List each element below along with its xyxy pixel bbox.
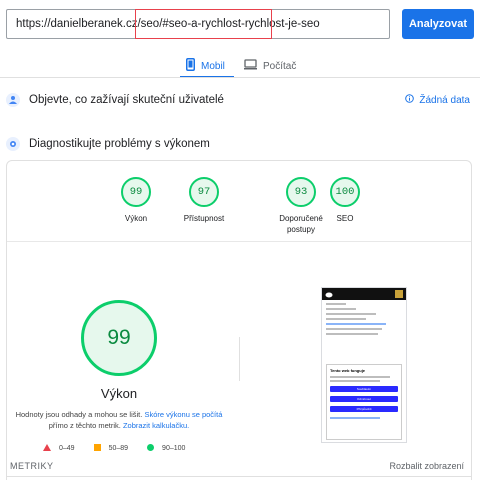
modal-button: Souhlasím	[330, 386, 398, 392]
legend-average: 50–89	[93, 444, 129, 453]
tab-mobile[interactable]: Mobil	[186, 54, 225, 78]
tab-mobile-label: Mobil	[201, 60, 225, 72]
menu-icon	[395, 288, 403, 303]
calculator-link[interactable]: Zobrazit kalkulačku.	[123, 421, 189, 430]
square-icon	[93, 444, 101, 453]
score-gauge: 93	[286, 177, 316, 207]
legend-range: 90–100	[162, 445, 186, 452]
legend-range: 50–89	[108, 445, 129, 452]
url-row: https://danielberanek.cz/seo/#seo-a-rych…	[6, 9, 474, 39]
expand-view-link[interactable]: Rozbalit zobrazení	[389, 461, 464, 471]
card-divider	[7, 241, 471, 242]
legend-pass: 90–100	[147, 444, 185, 453]
preview-line	[326, 318, 366, 320]
url-input[interactable]: https://danielberanek.cz/seo/#seo-a-rych…	[6, 9, 390, 39]
smartphone-icon	[186, 58, 195, 74]
modal-button: Přizpůsobit	[330, 406, 398, 412]
score-gauge: 99	[121, 177, 151, 207]
tabs-divider	[0, 77, 480, 78]
preview-line	[326, 328, 382, 330]
estimate-text-1: Hodnoty jsou odhady a mohou se lišit.	[15, 410, 143, 419]
modal-heading: Tento web funguje	[330, 368, 366, 373]
triangle-icon	[43, 444, 51, 453]
report-card: 99 Výkon 97 Přístupnost 93 Doporučené po…	[6, 160, 472, 480]
preview-line	[330, 380, 380, 382]
preview-link	[326, 323, 386, 325]
preview-line	[326, 308, 356, 310]
phone-header	[322, 288, 406, 300]
info-icon	[405, 94, 415, 106]
score-performance[interactable]: 99 Výkon	[104, 177, 168, 224]
metrics-divider	[6, 476, 472, 477]
vertical-divider	[239, 337, 240, 381]
no-data-link[interactable]: Žádná data	[405, 94, 470, 106]
no-data-label: Žádná data	[419, 94, 470, 106]
estimate-note: Hodnoty jsou odhady a mohou se lišit. Sk…	[7, 409, 231, 431]
field-data-section: Objevte, co zažívají skuteční uživatelé …	[6, 90, 474, 110]
preview-line	[326, 303, 346, 305]
modal-button: Odmítnout	[330, 396, 398, 402]
preview-line	[326, 333, 378, 335]
legend-range: 0–49	[59, 445, 75, 452]
score-gauge: 100	[330, 177, 360, 207]
users-icon	[6, 93, 20, 107]
score-legend: 0–49 50–89 90–100	[43, 444, 185, 453]
tab-desktop-label: Počítač	[263, 60, 297, 72]
score-label: Výkon	[124, 214, 148, 223]
diagnostics-title: Diagnostikujte problémy s výkonem	[29, 138, 210, 150]
score-gauge: 97	[189, 177, 219, 207]
lightning-icon	[6, 137, 20, 151]
desktop-icon	[244, 59, 257, 73]
tab-desktop[interactable]: Počítač	[244, 54, 296, 78]
site-logo-icon	[325, 288, 333, 303]
preview-line	[326, 313, 376, 315]
score-label: Přístupnost	[183, 214, 225, 223]
preview-line	[330, 376, 390, 378]
performance-label: Výkon	[100, 386, 138, 401]
score-accessibility[interactable]: 97 Přístupnost	[172, 177, 236, 224]
metrics-heading: METRIKY	[10, 461, 54, 471]
preview-link	[330, 417, 380, 419]
device-tabs: Mobil Počítač	[0, 52, 480, 78]
estimate-text-2: přímo z těchto metrik.	[48, 421, 121, 430]
score-seo[interactable]: 100 SEO	[313, 177, 377, 224]
analyze-button[interactable]: Analyzovat	[402, 9, 474, 39]
circle-icon	[147, 444, 155, 453]
field-data-title: Objevte, co zažívají skuteční uživatelé	[29, 94, 224, 106]
score-calculation-link[interactable]: Skóre výkonu se počítá	[144, 410, 222, 419]
diagnostics-section: Diagnostikujte problémy s výkonem	[6, 134, 474, 154]
cookie-modal-preview: Tento web funguje Souhlasím Odmítnout Př…	[326, 364, 402, 440]
legend-fail: 0–49	[43, 444, 75, 453]
performance-gauge: 99	[81, 300, 157, 376]
score-label: SEO	[336, 214, 354, 223]
page-screenshot-thumbnail: Tento web funguje Souhlasím Odmítnout Př…	[321, 287, 407, 443]
